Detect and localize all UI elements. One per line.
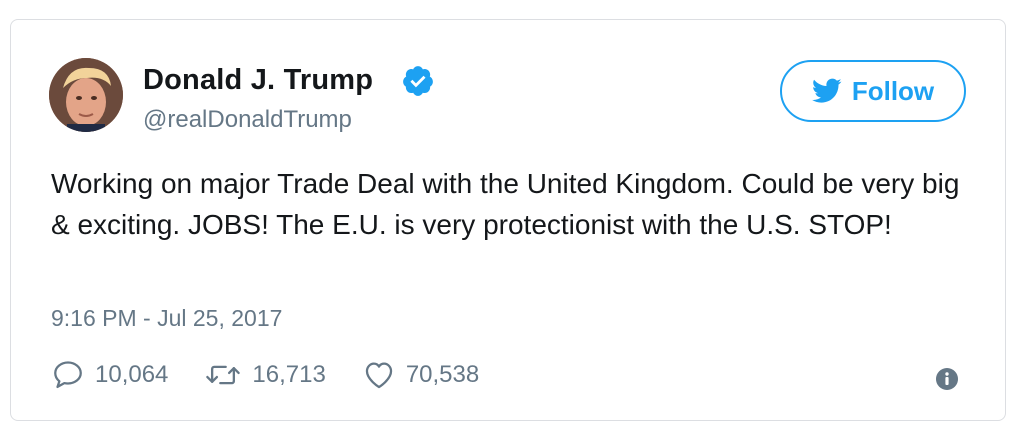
profile-photo-icon	[49, 58, 123, 132]
display-name[interactable]: Donald J. Trump	[143, 64, 373, 97]
tweet-timestamp[interactable]: 9:16 PM - Jul 25, 2017	[51, 305, 282, 332]
like-count: 70,538	[405, 361, 480, 388]
retweet-count: 16,713	[252, 361, 326, 388]
retweet-action[interactable]: 16,713	[204, 358, 326, 392]
tweet-card: Donald J. Trump @realDonaldTrump Follow …	[10, 19, 1006, 421]
reply-action[interactable]: 10,064	[51, 358, 168, 392]
info-icon[interactable]	[935, 367, 959, 391]
follow-button[interactable]: Follow	[780, 60, 966, 122]
tweet-actions: 10,064 16,713 70,538	[51, 357, 515, 393]
like-action[interactable]: 70,538	[362, 358, 479, 392]
reply-count: 10,064	[95, 361, 169, 388]
tweet-text: Working on major Trade Deal with the Uni…	[51, 168, 960, 240]
twitter-bird-icon	[811, 78, 842, 103]
avatar[interactable]	[49, 58, 123, 132]
retweet-icon	[206, 365, 241, 385]
heart-icon	[365, 362, 392, 389]
handle[interactable]: @realDonaldTrump	[143, 106, 352, 134]
verified-badge-icon	[403, 66, 433, 96]
follow-label: Follow	[851, 75, 935, 106]
reply-icon	[54, 361, 82, 389]
